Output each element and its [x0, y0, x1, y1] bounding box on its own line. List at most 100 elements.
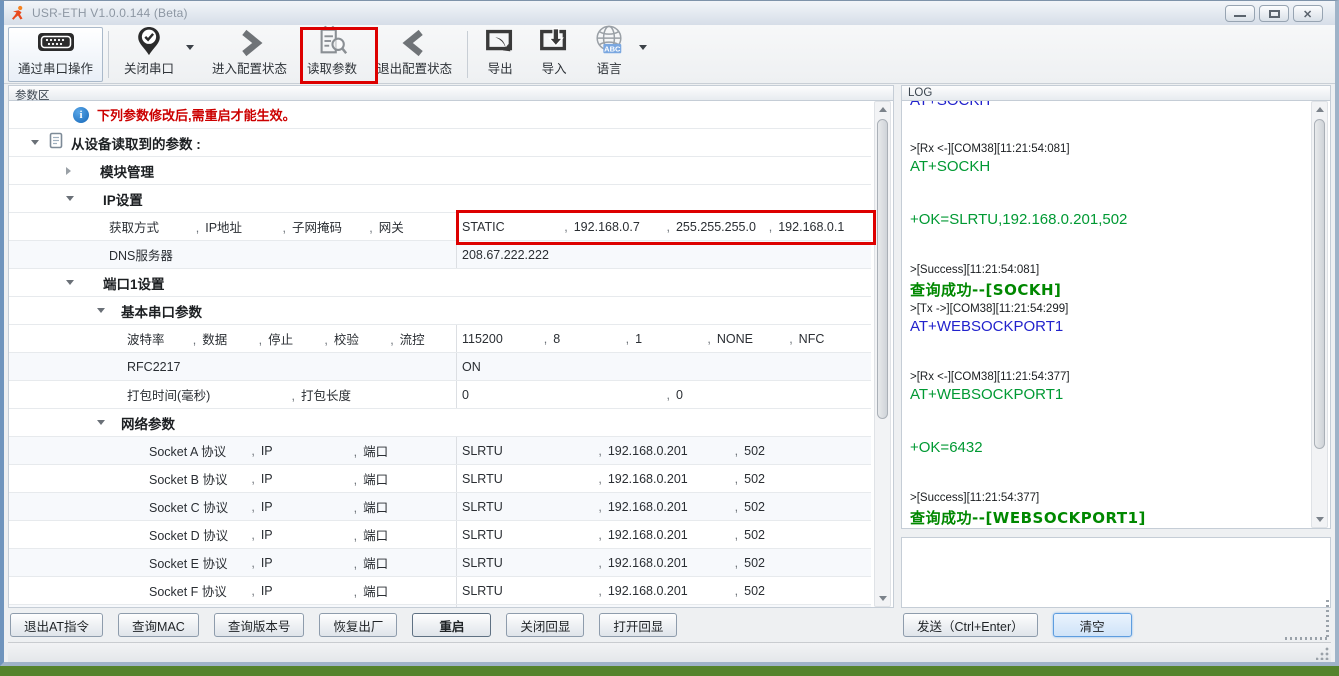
param-value[interactable]: ,192.168.0.201 — [598, 584, 734, 598]
collapse-arrow-icon[interactable] — [66, 196, 74, 201]
toolbar-button-serial-operate[interactable]: 通过串口操作 — [8, 27, 103, 82]
param-value[interactable]: 0 — [462, 388, 667, 402]
collapse-arrow-icon[interactable] — [66, 280, 74, 285]
param-value[interactable]: 115200 — [462, 332, 544, 346]
echo-off-button[interactable]: 关闭回显 — [506, 613, 584, 637]
param-value[interactable]: SLRTU — [462, 500, 598, 514]
tree-section-从设备读取到的参数 :[interactable]: 从设备读取到的参数 : — [9, 129, 871, 157]
param-label: ,IP — [251, 584, 353, 598]
expand-arrow-icon[interactable] — [66, 167, 71, 175]
vertical-splitter[interactable] — [894, 85, 901, 642]
toolbar-separator — [467, 31, 468, 78]
query-mac-button[interactable]: 查询MAC — [118, 613, 199, 637]
param-value[interactable]: ,192.168.0.201 — [598, 500, 734, 514]
param-value[interactable]: ,502 — [735, 556, 871, 570]
param-value[interactable]: ,0 — [667, 388, 872, 402]
param-label: Socket A 协议 — [149, 441, 251, 460]
param-value[interactable]: ,502 — [735, 472, 871, 486]
scroll-up-icon[interactable] — [875, 102, 890, 117]
chevron-left-icon — [402, 29, 428, 57]
param-value[interactable]: ,192.168.0.201 — [598, 472, 734, 486]
param-value[interactable]: STATIC — [462, 220, 564, 234]
scrollbar-thumb[interactable] — [1314, 119, 1325, 449]
param-value[interactable]: ,502 — [735, 584, 871, 598]
param-value[interactable]: ,NONE — [707, 332, 789, 346]
serial-port-icon — [35, 29, 77, 57]
param-value[interactable]: ,192.168.0.201 — [598, 556, 734, 570]
tree-section-网络参数[interactable]: 网络参数 — [9, 409, 871, 437]
chevron-down-icon[interactable] — [637, 27, 655, 82]
collapse-arrow-icon[interactable] — [31, 140, 39, 145]
toolbar-button-close-serial[interactable]: 关闭串口 — [114, 27, 184, 82]
toolbar-button-read-params[interactable]: 读取参数 — [297, 27, 367, 82]
param-value[interactable]: ,NFC — [789, 332, 871, 346]
resize-grip-icon[interactable] — [1316, 647, 1329, 660]
param-row-Socket A 协议: Socket A 协议,IP,端口SLRTU,192.168.0.201,502 — [9, 437, 871, 465]
param-value[interactable]: ,192.168.0.1 — [769, 220, 871, 234]
horizontal-splitter[interactable] — [901, 529, 1331, 537]
scroll-down-icon[interactable] — [1312, 512, 1327, 527]
clear-button[interactable]: 清空 — [1053, 613, 1132, 637]
param-row-获取方式: 获取方式,IP地址,子网掩码,网关STATIC,192.168.0.7,255.… — [9, 213, 871, 241]
param-value[interactable]: , — [667, 605, 872, 608]
param-label: ,IP地址 — [196, 217, 283, 236]
param-value[interactable]: ,1 — [626, 332, 708, 346]
maximize-button[interactable] — [1259, 5, 1289, 22]
param-value[interactable]: ,502 — [735, 500, 871, 514]
param-label: ,网关 — [369, 217, 456, 236]
collapse-arrow-icon[interactable] — [97, 420, 105, 425]
param-value[interactable]: 208.67.222.222 — [462, 248, 871, 262]
scroll-down-icon[interactable] — [875, 591, 890, 606]
param-label: Socket F 协议 — [149, 581, 251, 600]
toolbar-button-language[interactable]: ABC语言 — [581, 27, 637, 82]
scrollbar-thumb[interactable] — [877, 119, 888, 419]
query-version-button[interactable]: 查询版本号 — [214, 613, 305, 637]
title-bar[interactable]: USR-ETH V1.0.0.144 (Beta) ✕ — [4, 1, 1335, 25]
param-value[interactable]: SLRTU — [462, 528, 598, 542]
send-button[interactable]: 发送（Ctrl+Enter） — [903, 613, 1038, 637]
toolbar-button-import[interactable]: 导入 — [527, 27, 581, 82]
param-value[interactable]: ,502 — [735, 444, 871, 458]
tree-section-基本串口参数[interactable]: 基本串口参数 — [9, 297, 871, 325]
log-panel-header: LOG — [901, 85, 1331, 101]
param-value[interactable]: SLRTU — [462, 584, 598, 598]
log-view-container: AT+SOCKH>[Rx <-][COM38][11:21:54:081]AT+… — [901, 101, 1331, 529]
param-label: Socket B 协议 — [149, 469, 251, 488]
param-value[interactable]: ,192.168.0.7 — [564, 220, 666, 234]
tree-section-模块管理[interactable]: 模块管理 — [9, 157, 871, 185]
param-label: 波特率 — [127, 329, 193, 348]
restart-notice-row: i下列参数修改后,需重启才能生效。 — [9, 101, 871, 129]
toolbar-button-export[interactable]: 导出 — [473, 27, 527, 82]
collapse-arrow-icon[interactable] — [97, 308, 105, 313]
chevron-down-icon[interactable] — [184, 27, 202, 82]
toolbar-button-label: 语言 — [597, 58, 622, 77]
param-value[interactable]: ,192.168.0.201 — [598, 528, 734, 542]
command-input[interactable] — [901, 537, 1331, 609]
param-value[interactable]: SLRTU — [462, 556, 598, 570]
log-scrollbar[interactable] — [1311, 101, 1328, 528]
tree-section-IP设置[interactable]: IP设置 — [9, 185, 871, 213]
param-value[interactable]: SLRTU — [462, 444, 598, 458]
tree-section-端口1设置[interactable]: 端口1设置 — [9, 269, 871, 297]
toolbar-button-enter-config[interactable]: 进入配置状态 — [202, 27, 297, 82]
param-value[interactable]: SLRTU — [462, 472, 598, 486]
status-bar — [8, 642, 1331, 662]
parameter-tree: i下列参数修改后,需重启才能生效。从设备读取到的参数 :模块管理IP设置获取方式… — [9, 101, 871, 608]
exit-at-button[interactable]: 退出AT指令 — [10, 613, 103, 637]
param-value[interactable]: ,8 — [544, 332, 626, 346]
parameter-scrollbar[interactable] — [874, 101, 891, 607]
param-label: ,端口 — [354, 497, 456, 516]
log-entry: 查询成功--[SOCKH] — [910, 279, 1300, 300]
minimize-button[interactable] — [1225, 5, 1255, 22]
toolbar-button-exit-config[interactable]: 退出配置状态 — [367, 27, 462, 82]
restart-button[interactable]: 重启 — [412, 613, 491, 637]
param-value[interactable]: ON — [462, 360, 871, 374]
close-button[interactable]: ✕ — [1293, 5, 1323, 22]
param-value[interactable]: ,192.168.0.201 — [598, 444, 734, 458]
echo-on-button[interactable]: 打开回显 — [599, 613, 677, 637]
param-value[interactable]: ,502 — [735, 528, 871, 542]
param-value[interactable]: ,255.255.255.0 — [667, 220, 769, 234]
scroll-up-icon[interactable] — [1312, 102, 1327, 117]
section-label: 基本串口参数 — [121, 301, 202, 321]
factory-reset-button[interactable]: 恢复出厂 — [319, 613, 397, 637]
